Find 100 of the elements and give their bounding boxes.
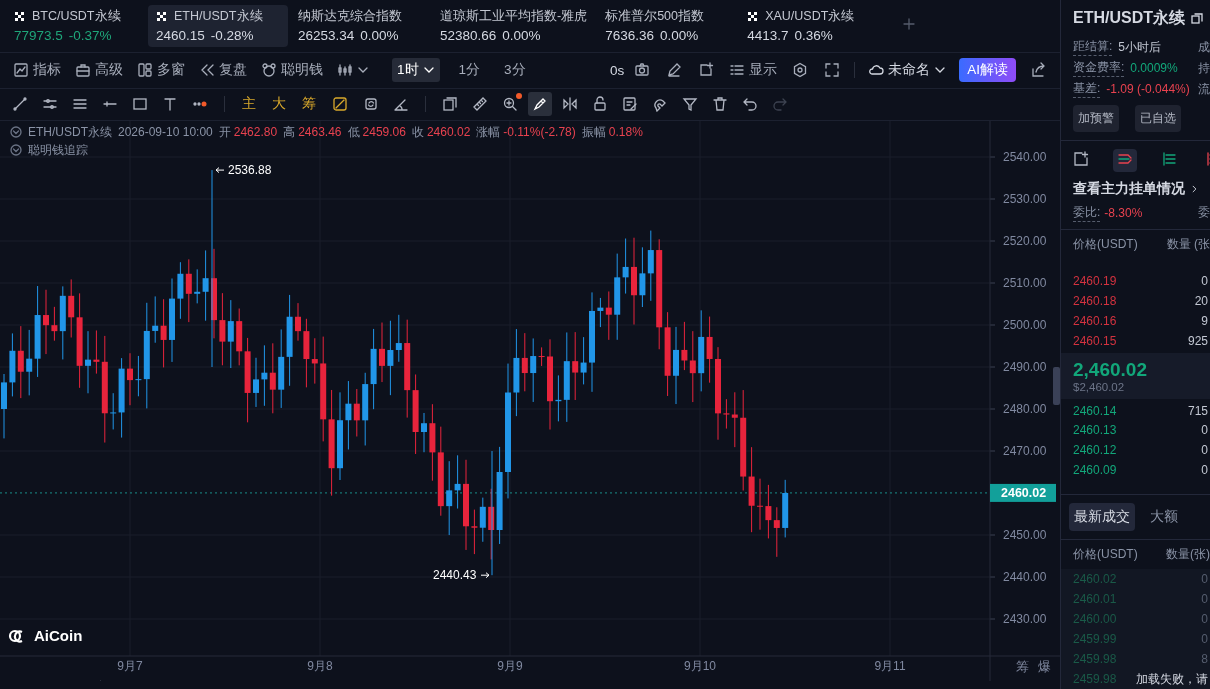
ticker-change: 0.00% <box>502 28 541 44</box>
time-label: 9月11 <box>874 658 906 673</box>
panel-title: ETH/USDT永续 <box>1073 8 1185 28</box>
bids-book-icon <box>1161 151 1177 168</box>
brush-icon <box>532 96 548 113</box>
stat-label: 开 <box>218 123 231 141</box>
interval-button[interactable]: 3分 <box>499 58 531 83</box>
layout-dropdown[interactable]: 未命名 <box>863 58 952 83</box>
ratio-label: 委比: <box>1073 203 1101 222</box>
ticker-price: 2460.15 <box>156 28 205 44</box>
rectangle-icon <box>132 96 148 113</box>
liquidation-label[interactable]: 爆 <box>1038 658 1051 674</box>
panel-button[interactable]: 已自选 <box>1135 105 1181 133</box>
price-cell: 2460.00 <box>1073 612 1117 626</box>
panel-button[interactable]: 加预警 <box>1073 105 1119 133</box>
copy-icon[interactable] <box>1191 12 1203 25</box>
filter-icon <box>682 96 698 113</box>
redo-icon <box>772 96 788 113</box>
indicator-toggle[interactable]: 主 <box>237 93 261 116</box>
quantity-cell: 925 <box>1187 333 1208 348</box>
ticker-price: 7636.36 <box>605 28 654 44</box>
chips-label[interactable]: 筹 <box>1016 658 1029 674</box>
toolbar-button[interactable]: 聪明钱 <box>256 58 328 83</box>
ticker-tab[interactable]: ETH/USDT永续 2460.15 -0.28% <box>148 4 288 47</box>
aicoin-logo-icon <box>8 629 23 643</box>
toolbar-button[interactable]: 高级 <box>70 58 128 83</box>
price-cell: 2460.12 <box>1073 443 1117 458</box>
quantity-cell: 0 <box>1201 463 1208 478</box>
info-label: 距结算: <box>1073 38 1113 57</box>
price-tick: 2430.00 <box>1003 611 1047 626</box>
toolbar-button[interactable]: 复盘 <box>194 58 252 83</box>
watermark-logo: AiCoin <box>34 626 83 644</box>
quantity-cell: 0 <box>1201 612 1208 626</box>
collapse-icon[interactable] <box>10 125 22 138</box>
quantity-cell: 9 <box>1201 313 1208 328</box>
ticker-change: 0.00% <box>660 28 699 44</box>
draw-tool-button[interactable] <box>528 92 552 117</box>
camera-icon <box>634 62 651 79</box>
price-cell: 2460.01 <box>1073 592 1117 606</box>
checker-icon <box>14 11 25 23</box>
text-icon <box>162 96 178 113</box>
price-tick: 2530.00 <box>1003 191 1047 206</box>
checker-icon <box>156 11 167 23</box>
ticker-tab[interactable]: 纳斯达克综合指数 26253.34 0.00% <box>290 4 430 47</box>
indicator-toggle[interactable]: 大 <box>267 93 291 116</box>
overlay-name: 聪明钱追踪 <box>28 141 88 159</box>
price-tick: 2440.00 <box>1003 569 1047 584</box>
column-header: 数量(张) <box>1166 546 1210 563</box>
quantity-cell: 715 <box>1187 403 1208 418</box>
ticker-tab[interactable]: BTC/USDT永续 77973.5 -0.37% <box>6 4 146 47</box>
ticker-tab[interactable]: 标准普尔500指数 7636.36 0.00% <box>597 4 738 47</box>
info-value: 5小时后 <box>1118 38 1162 56</box>
book-view-tab[interactable] <box>1113 149 1137 173</box>
stat-label: 高 <box>283 123 296 141</box>
ticker-change: -0.28% <box>210 28 254 44</box>
line-icon <box>12 96 28 113</box>
toolbar-button[interactable]: 多窗 <box>132 58 190 83</box>
column-header: 价格(USDT) <box>1073 546 1138 563</box>
interval-button[interactable]: 1时 <box>392 58 440 83</box>
toolbar-button[interactable]: 指标 <box>8 58 66 83</box>
collapse-icon[interactable] <box>10 143 22 156</box>
info-label: 资金费率: <box>1073 59 1125 78</box>
trades-tab[interactable]: 最新成交 <box>1069 503 1135 531</box>
ticker-price: 52380.66 <box>440 28 497 44</box>
indicator-toggle[interactable]: 筹 <box>297 93 321 116</box>
stat-value: 0.18% <box>608 123 643 141</box>
interval-button[interactable]: 1分 <box>453 58 486 83</box>
ticker-change: -0.37% <box>68 28 112 44</box>
info-label: 流 <box>1198 80 1210 98</box>
ratio-label: 委 <box>1198 204 1210 222</box>
quantity-cell: 0 <box>1201 423 1208 438</box>
price-cell: 2460.02 <box>1073 572 1117 586</box>
price-cell: 2459.98 <box>1073 672 1117 686</box>
ticker-tab[interactable]: 道琼斯工业平均指数-雅虎 52380.66 0.00% <box>432 4 596 47</box>
trades-tab[interactable]: 大额 <box>1145 503 1183 531</box>
price-tick: 2480.00 <box>1003 401 1047 416</box>
settings-icon <box>792 62 809 79</box>
time-label: 9月8 <box>307 658 333 673</box>
panel-toggle-handle[interactable] <box>1053 366 1060 405</box>
price-tick: 2500.00 <box>1003 317 1047 332</box>
ratio-value: -8.30% <box>1104 205 1143 220</box>
price-tick: 2510.00 <box>1003 275 1047 290</box>
ticker-price: 77973.5 <box>14 28 63 44</box>
slash-square-icon <box>332 96 348 113</box>
briefcase-icon <box>75 62 91 79</box>
ticker-symbol: ETH/USDT永续 <box>174 8 263 26</box>
price-tick: 2470.00 <box>1003 443 1047 458</box>
display-button[interactable]: 显示 <box>724 58 783 83</box>
order-link[interactable]: 查看主力挂单情况 <box>1061 176 1210 203</box>
fullscreen-icon <box>824 62 841 79</box>
undo-icon <box>742 96 758 113</box>
magnet-icon <box>652 96 668 113</box>
candle-time: 2026-09-10 10:00 <box>118 123 213 141</box>
mid-price-usd: $2,460.02 <box>1073 380 1126 393</box>
quantity-cell: 0 <box>1201 572 1208 586</box>
ticker-symbol: 标准普尔500指数 <box>605 8 705 26</box>
ai-button[interactable]: AI解读 <box>959 58 1016 83</box>
quantity-cell: 8 <box>1201 652 1208 666</box>
refresh-icon <box>363 96 379 113</box>
ticker-tab[interactable]: XAU/USDT永续 4413.7 0.36% <box>739 4 880 47</box>
